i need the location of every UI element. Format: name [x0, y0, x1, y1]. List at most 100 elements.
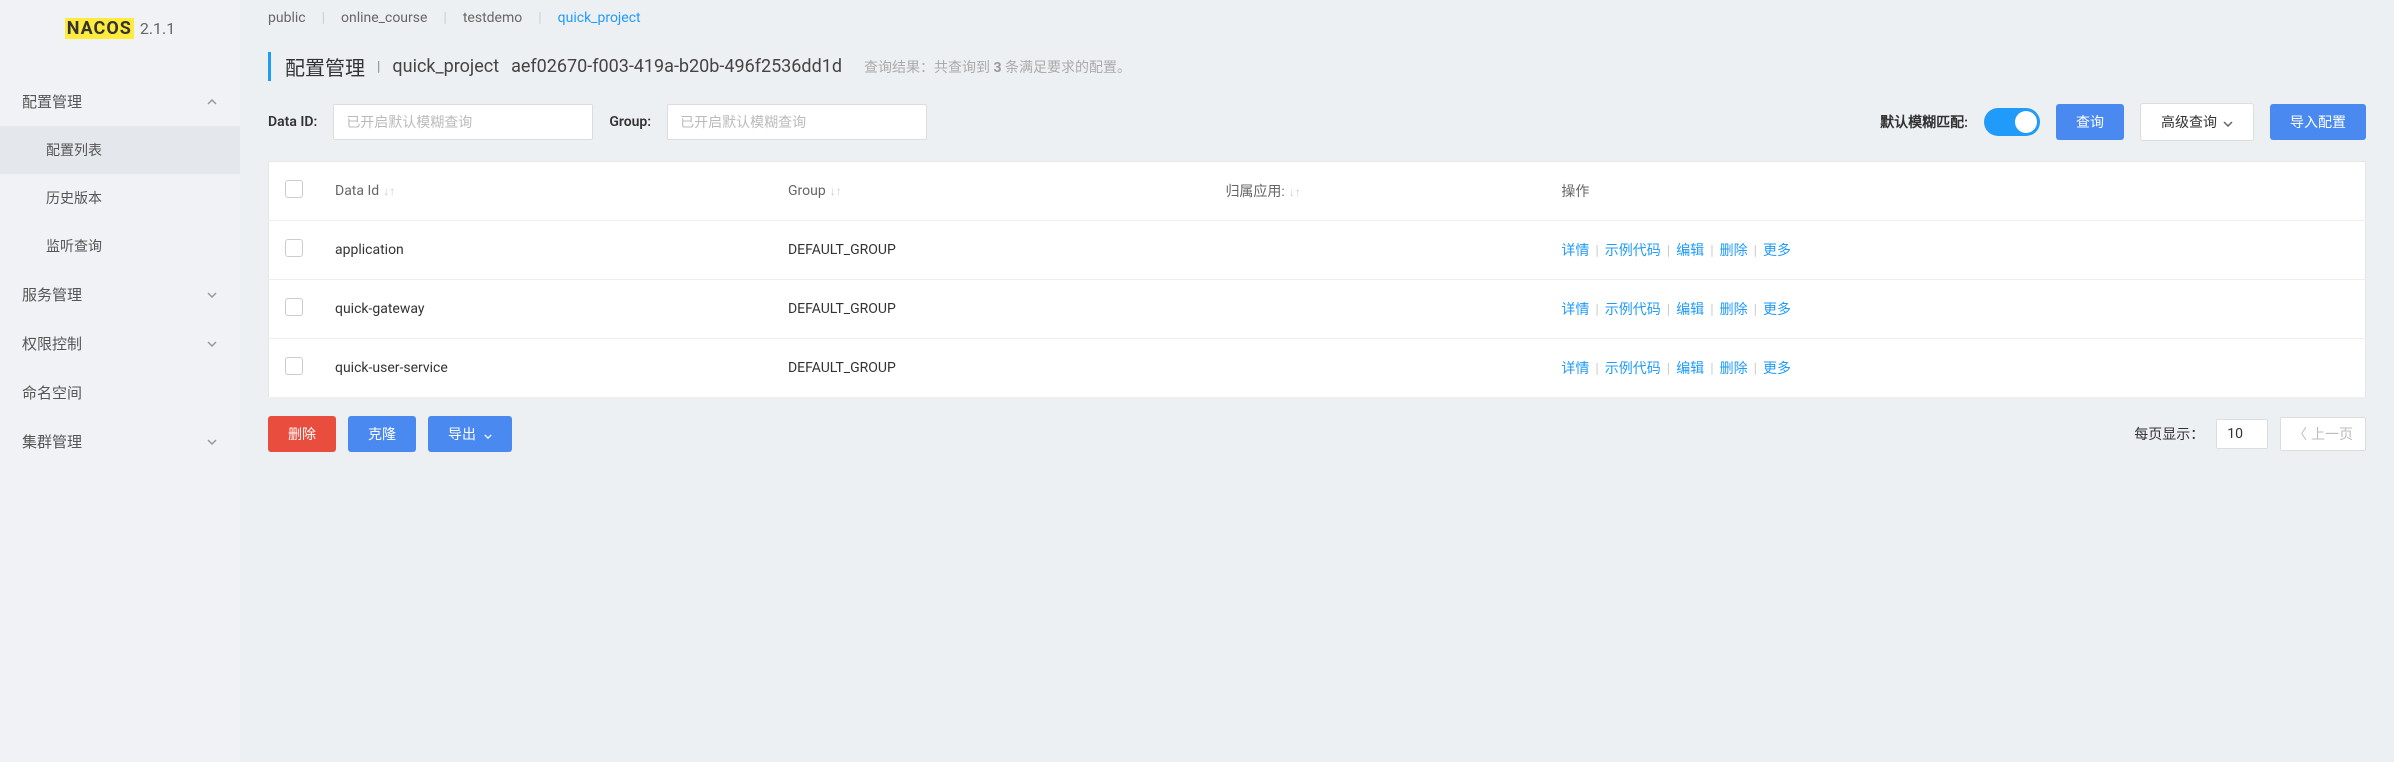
col-group[interactable]: Group↓↑	[772, 162, 1209, 221]
nav-group-config[interactable]: 配置管理	[0, 77, 240, 126]
export-button[interactable]: 导出	[428, 416, 512, 452]
prev-page-button[interactable]: 〈 上一页	[2280, 417, 2366, 451]
group-input[interactable]	[667, 104, 927, 140]
action-delete[interactable]: 删除	[1720, 361, 1748, 377]
action-delete[interactable]: 删除	[1720, 302, 1748, 318]
row-checkbox[interactable]	[285, 298, 303, 316]
clone-button[interactable]: 克隆	[348, 416, 416, 452]
sidebar: NACOS 2.1.1 配置管理 配置列表 历史版本 监听查询 服务管理 权限控…	[0, 0, 240, 762]
cell-group: DEFAULT_GROUP	[772, 221, 1209, 280]
search-bar: Data ID: Group: 默认模糊匹配: 查询 高级查询 导入配置	[268, 103, 2366, 141]
page-title-namespace: quick_project	[392, 56, 499, 77]
chevron-up-icon	[206, 96, 218, 108]
nav-group-label: 集群管理	[22, 431, 82, 452]
row-checkbox[interactable]	[285, 357, 303, 375]
bulk-delete-button[interactable]: 删除	[268, 416, 336, 452]
logo: NACOS 2.1.1	[0, 0, 240, 57]
tab-testdemo[interactable]: testdemo	[463, 10, 522, 26]
nav-group-label: 服务管理	[22, 284, 82, 305]
sort-icon: ↓↑	[1289, 185, 1301, 199]
nav-group-auth[interactable]: 权限控制	[0, 319, 240, 368]
table-row: quick-gatewayDEFAULT_GROUP 详情|示例代码|编辑|删除|…	[269, 280, 2366, 339]
nav-group-label: 命名空间	[22, 382, 82, 403]
nav-sub-history[interactable]: 历史版本	[0, 174, 240, 222]
page-title-nsid: aef02670-f003-419a-b20b-496f2536dd1d	[511, 56, 842, 77]
nav-group-label: 配置管理	[22, 91, 82, 112]
tab-separator: |	[538, 10, 541, 26]
tab-public[interactable]: public	[268, 10, 306, 26]
nav-group-label: 权限控制	[22, 333, 82, 354]
chevron-left-icon: 〈	[2293, 424, 2307, 444]
content: 配置管理 | quick_project aef02670-f003-419a-…	[240, 36, 2394, 762]
page-size-select[interactable]: 10	[2216, 419, 2268, 449]
action-sample[interactable]: 示例代码	[1605, 243, 1661, 259]
chevron-down-icon	[206, 338, 218, 350]
select-all-checkbox[interactable]	[285, 180, 303, 198]
sort-icon: ↓↑	[830, 184, 842, 198]
nav-group-cluster[interactable]: 集群管理	[0, 417, 240, 466]
page-title: 配置管理 | quick_project aef02670-f003-419a-…	[268, 52, 2366, 81]
cell-actions: 详情|示例代码|编辑|删除|更多	[1545, 280, 2365, 339]
cell-data-id: application	[319, 221, 772, 280]
group-label: Group:	[609, 114, 651, 130]
logo-name: NACOS	[65, 18, 134, 39]
chevron-down-icon	[206, 436, 218, 448]
data-id-input[interactable]	[333, 104, 593, 140]
table-header-row: Data Id↓↑ Group↓↑ 归属应用:↓↑ 操作	[269, 162, 2366, 221]
table-row: quick-user-serviceDEFAULT_GROUP 详情|示例代码|编…	[269, 339, 2366, 398]
fuzzy-label: 默认模糊匹配:	[1880, 112, 1968, 132]
action-more[interactable]: 更多	[1763, 361, 1791, 377]
cell-belong	[1209, 339, 1545, 398]
chevron-down-icon	[206, 289, 218, 301]
advanced-query-button[interactable]: 高级查询	[2140, 103, 2254, 141]
table-row: applicationDEFAULT_GROUP 详情|示例代码|编辑|删除|更多	[269, 221, 2366, 280]
col-belong[interactable]: 归属应用:↓↑	[1209, 162, 1545, 221]
cell-group: DEFAULT_GROUP	[772, 280, 1209, 339]
action-edit[interactable]: 编辑	[1676, 361, 1704, 377]
col-data-id[interactable]: Data Id↓↑	[319, 162, 772, 221]
namespace-tabs: public | online_course | testdemo | quic…	[240, 0, 2394, 36]
query-button[interactable]: 查询	[2056, 104, 2124, 140]
cell-belong	[1209, 280, 1545, 339]
cell-data-id: quick-user-service	[319, 339, 772, 398]
col-ops: 操作	[1545, 162, 2365, 221]
config-table: Data Id↓↑ Group↓↑ 归属应用:↓↑ 操作 application…	[268, 161, 2366, 398]
fuzzy-toggle[interactable]	[1984, 108, 2040, 136]
tab-quick-project[interactable]: quick_project	[558, 10, 641, 26]
cell-group: DEFAULT_GROUP	[772, 339, 1209, 398]
action-detail[interactable]: 详情	[1561, 361, 1589, 377]
cell-actions: 详情|示例代码|编辑|删除|更多	[1545, 339, 2365, 398]
action-delete[interactable]: 删除	[1720, 243, 1748, 259]
tab-separator: |	[322, 10, 325, 26]
nav-sub-config-list[interactable]: 配置列表	[0, 126, 240, 174]
tab-online-course[interactable]: online_course	[341, 10, 427, 26]
action-sample[interactable]: 示例代码	[1605, 302, 1661, 318]
action-more[interactable]: 更多	[1763, 243, 1791, 259]
cell-belong	[1209, 221, 1545, 280]
action-more[interactable]: 更多	[1763, 302, 1791, 318]
cell-data-id: quick-gateway	[319, 280, 772, 339]
chevron-down-icon	[2223, 114, 2233, 130]
action-detail[interactable]: 详情	[1561, 302, 1589, 318]
row-checkbox[interactable]	[285, 239, 303, 257]
tab-separator: |	[443, 10, 446, 26]
cell-actions: 详情|示例代码|编辑|删除|更多	[1545, 221, 2365, 280]
sort-icon: ↓↑	[383, 184, 395, 198]
nav-sub-listener[interactable]: 监听查询	[0, 222, 240, 270]
data-id-label: Data ID:	[268, 114, 317, 130]
chevron-down-icon	[484, 426, 492, 442]
action-detail[interactable]: 详情	[1561, 243, 1589, 259]
import-config-button[interactable]: 导入配置	[2270, 104, 2366, 140]
nav: 配置管理 配置列表 历史版本 监听查询 服务管理 权限控制 命名空间	[0, 77, 240, 466]
main: public | online_course | testdemo | quic…	[240, 0, 2394, 762]
action-sample[interactable]: 示例代码	[1605, 361, 1661, 377]
page-size-label: 每页显示：	[2134, 424, 2204, 444]
nav-group-namespace[interactable]: 命名空间	[0, 368, 240, 417]
query-result-text: 查询结果：共查询到 3 条满足要求的配置。	[864, 57, 1131, 77]
logo-version: 2.1.1	[140, 19, 175, 38]
nav-group-service[interactable]: 服务管理	[0, 270, 240, 319]
page-title-main: 配置管理	[285, 52, 365, 81]
action-edit[interactable]: 编辑	[1676, 302, 1704, 318]
action-edit[interactable]: 编辑	[1676, 243, 1704, 259]
footer-bar: 删除 克隆 导出 每页显示： 10 〈 上一页	[268, 416, 2366, 452]
